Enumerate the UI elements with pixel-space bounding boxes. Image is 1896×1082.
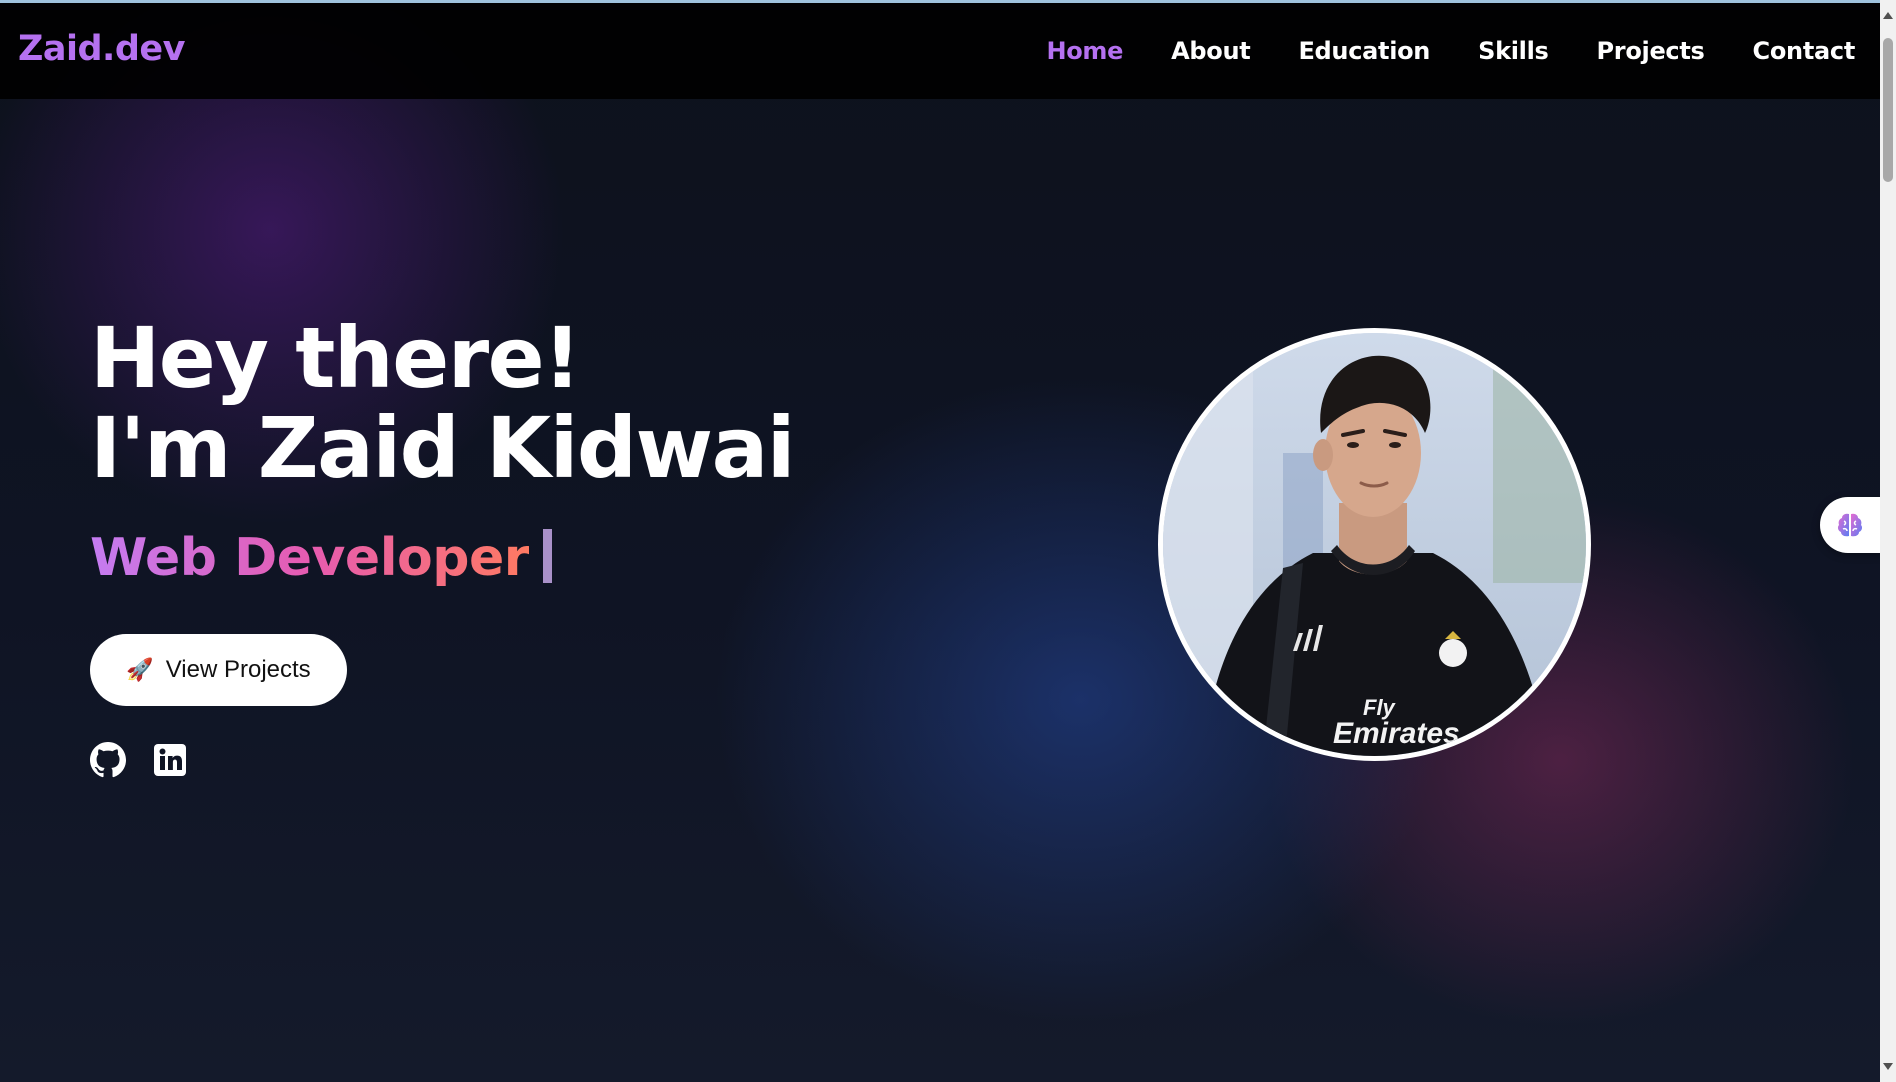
profile-photo: Fly Emirates bbox=[1158, 328, 1591, 761]
scroll-thumb[interactable] bbox=[1883, 38, 1893, 182]
vertical-scrollbar[interactable] bbox=[1880, 0, 1896, 1082]
nav-link-contact[interactable]: Contact bbox=[1753, 37, 1856, 65]
scroll-down-arrow-icon[interactable] bbox=[1883, 1063, 1893, 1070]
svg-text:Emirates: Emirates bbox=[1333, 717, 1460, 750]
brain-icon bbox=[1837, 513, 1863, 537]
hero-name: I'm Zaid Kidwai bbox=[90, 399, 796, 497]
linkedin-icon[interactable] bbox=[152, 742, 188, 778]
typed-role: Web Developer bbox=[90, 528, 552, 588]
nav-link-skills[interactable]: Skills bbox=[1478, 37, 1549, 65]
github-icon[interactable] bbox=[90, 742, 126, 778]
nav-link-education[interactable]: Education bbox=[1298, 37, 1430, 65]
role-text: Web Developer bbox=[90, 528, 529, 588]
navbar: Zaid.dev Home About Education Skills Pro… bbox=[0, 3, 1880, 99]
nav-links: Home About Education Skills Projects Con… bbox=[1046, 37, 1855, 65]
typing-cursor bbox=[542, 529, 552, 583]
page: Zaid.dev Home About Education Skills Pro… bbox=[0, 0, 1896, 1082]
rocket-icon: 🚀 bbox=[126, 657, 154, 682]
hero-heading: Hey there! I'm Zaid Kidwai bbox=[90, 309, 796, 497]
social-links bbox=[90, 742, 188, 778]
nav-link-home[interactable]: Home bbox=[1046, 37, 1123, 65]
logo-link[interactable]: Zaid.dev bbox=[18, 29, 185, 69]
nav-link-about[interactable]: About bbox=[1171, 37, 1251, 65]
view-projects-label: View Projects bbox=[165, 656, 311, 683]
brain-widget-button[interactable] bbox=[1820, 497, 1882, 553]
scroll-up-arrow-icon[interactable] bbox=[1883, 12, 1893, 19]
view-projects-button[interactable]: 🚀 View Projects bbox=[90, 634, 347, 706]
hero-greeting: Hey there! bbox=[90, 309, 581, 407]
nav-link-projects[interactable]: Projects bbox=[1597, 37, 1705, 65]
